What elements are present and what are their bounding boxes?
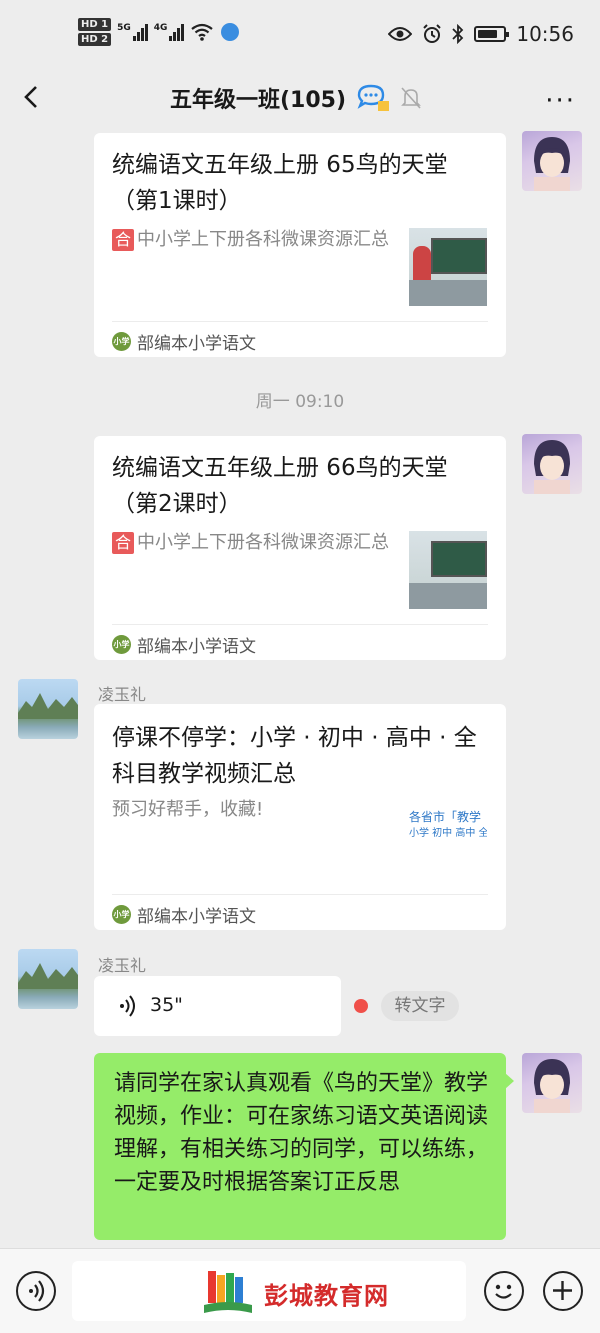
message-text: 请同学在家认真观看《鸟的天堂》教学视频，作业：可在家练习语文英语阅读理解，有相关… [114, 1071, 489, 1195]
voice-message[interactable]: 35" [94, 976, 341, 1036]
compass-icon [221, 23, 240, 41]
article-card[interactable]: 停课不停学：小学 · 初中 · 高中 · 全科目教学视频汇总 预习好帮手，收藏!… [94, 704, 506, 930]
message-input[interactable]: 彭城教育网 [72, 1261, 466, 1321]
voice-input-icon[interactable] [16, 1271, 56, 1311]
article-title: 停课不停学：小学 · 初中 · 高中 · 全科目教学视频汇总 [112, 725, 477, 787]
bluetooth-icon [452, 24, 464, 44]
back-arrow-icon[interactable] [18, 82, 48, 112]
article-thumbnail: 各省市「教学 小学 初中 高中 全 [409, 808, 487, 858]
my-avatar[interactable] [522, 1053, 582, 1113]
article-title: 统编语文五年级上册 65鸟的天堂（第1课时） [112, 152, 448, 214]
alarm-icon [423, 24, 442, 43]
to-text-button[interactable]: 转文字 [381, 991, 459, 1021]
source-logo-icon: 小学 [112, 905, 131, 924]
plus-icon[interactable] [543, 1271, 583, 1311]
text-message[interactable]: 请同学在家认真观看《鸟的天堂》教学视频，作业：可在家练习语文英语阅读理解，有相关… [94, 1053, 514, 1240]
collection-tag: 合 [112, 229, 135, 251]
article-subtitle: 合中小学上下册各科微课资源汇总 [112, 528, 398, 558]
source-logo-icon: 小学 [112, 332, 131, 351]
article-thumbnail [409, 228, 487, 306]
article-card[interactable]: 统编语文五年级上册 66鸟的天堂（第2课时） 合中小学上下册各科微课资源汇总 小… [94, 436, 506, 660]
status-left: HD 1 HD 2 5G 4G [78, 18, 240, 46]
signal-icon: 5G [117, 23, 148, 41]
status-right: 10:56 [388, 22, 574, 46]
chat-header: 五年级一班(105) ··· [0, 72, 600, 122]
sender-name: 凌玉礼 [98, 685, 147, 704]
wifi-icon [191, 23, 214, 41]
hd1-badge: HD 1 [78, 18, 112, 31]
clock: 10:56 [516, 22, 574, 46]
voice-wave-icon [120, 995, 135, 1017]
article-subtitle: 合中小学上下册各科微课资源汇总 [112, 225, 398, 255]
eye-icon [388, 27, 413, 41]
group-chat-icon [357, 84, 390, 111]
hd2-badge: HD 2 [78, 33, 112, 46]
article-source: 小学 部编本小学语文 [112, 905, 256, 927]
article-subtitle: 预习好帮手，收藏! [112, 799, 264, 820]
status-bar: HD 1 HD 2 5G 4G 10:56 [0, 0, 600, 72]
chat-title[interactable]: 五年级一班(105) [170, 82, 346, 114]
timestamp: 周一 09:10 [255, 392, 345, 412]
voice-duration: 35" [150, 994, 183, 1016]
more-options-icon[interactable]: ··· [545, 86, 576, 116]
article-title: 统编语文五年级上册 66鸟的天堂（第2课时） [112, 455, 448, 517]
emoji-icon[interactable] [484, 1271, 524, 1311]
watermark-text: 彭城教育网 [264, 1281, 389, 1310]
article-card[interactable]: 统编语文五年级上册 65鸟的天堂（第1课时） 合中小学上下册各科微课资源汇总 小… [94, 133, 506, 357]
contact-avatar[interactable] [18, 679, 78, 739]
my-avatar[interactable] [522, 434, 582, 494]
book-logo-icon [204, 1271, 252, 1313]
signal-icon-2: 4G [154, 23, 185, 41]
collection-tag: 合 [112, 532, 135, 554]
my-avatar[interactable] [522, 131, 582, 191]
article-source: 小学 部编本小学语文 [112, 332, 256, 354]
battery-icon [474, 26, 510, 42]
unread-dot [354, 999, 368, 1013]
mute-bell-icon [401, 87, 421, 109]
article-source: 小学 部编本小学语文 [112, 635, 256, 657]
contact-avatar[interactable] [18, 949, 78, 1009]
article-thumbnail [409, 531, 487, 609]
source-logo-icon: 小学 [112, 635, 131, 654]
sender-name: 凌玉礼 [98, 956, 147, 975]
input-bar: 彭城教育网 [0, 1248, 600, 1333]
watermark: 彭城教育网 [202, 1271, 389, 1315]
